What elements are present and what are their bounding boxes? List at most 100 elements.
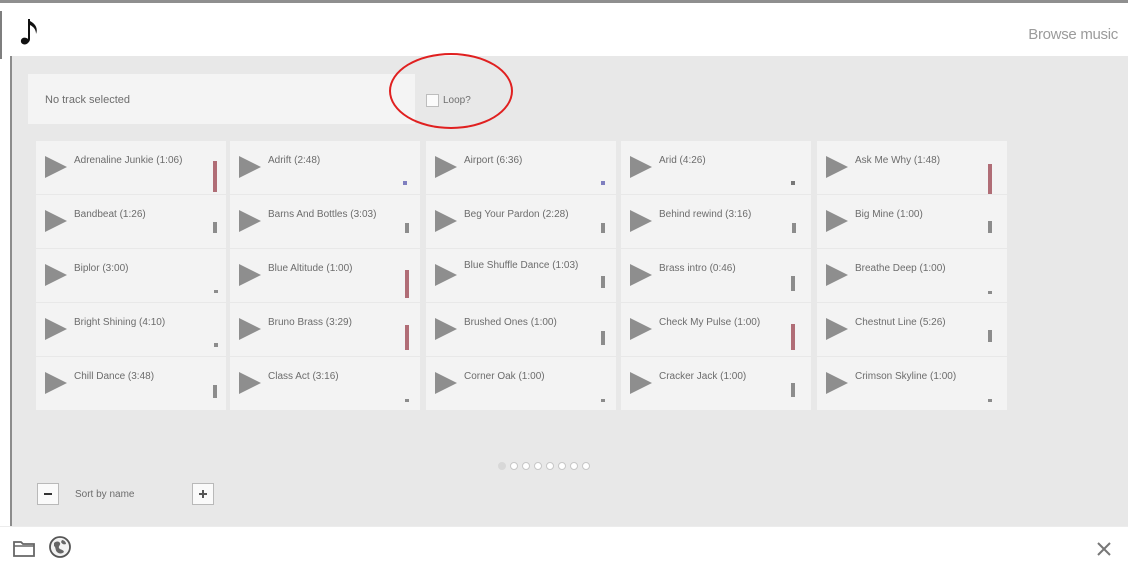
track-tile[interactable]: Biplor (3:00) — [36, 249, 226, 302]
track-tile[interactable]: Class Act (3:16) — [230, 357, 420, 410]
play-icon[interactable] — [826, 264, 848, 286]
track-label: Ask Me Why (1:48) — [855, 155, 941, 166]
play-icon[interactable] — [630, 210, 652, 232]
track-tile[interactable]: Corner Oak (1:00) — [426, 357, 616, 410]
track-marker — [988, 221, 992, 233]
track-tile[interactable]: Breathe Deep (1:00) — [817, 249, 1007, 302]
track-label: Adrenaline Junkie (1:06) — [74, 155, 183, 166]
folder-icon[interactable] — [12, 536, 36, 560]
track-tile[interactable]: Brushed Ones (1:00) — [426, 303, 616, 356]
play-icon[interactable] — [239, 156, 261, 178]
play-icon[interactable] — [435, 264, 457, 286]
track-tile[interactable]: Big Mine (1:00) — [817, 195, 1007, 248]
track-marker — [988, 164, 992, 194]
track-label: Bruno Brass (3:29) — [268, 317, 352, 328]
track-tile[interactable]: Arid (4:26) — [621, 141, 811, 194]
play-icon[interactable] — [435, 156, 457, 178]
close-icon[interactable] — [1095, 540, 1113, 558]
track-marker — [791, 181, 795, 185]
track-tile[interactable]: Barns And Bottles (3:03) — [230, 195, 420, 248]
track-tile[interactable]: Blue Shuffle Dance (1:03) — [426, 249, 616, 302]
play-icon[interactable] — [826, 210, 848, 232]
track-tile[interactable]: Bright Shining (4:10) — [36, 303, 226, 356]
track-label: Blue Altitude (1:00) — [268, 263, 353, 274]
track-marker — [213, 161, 217, 192]
track-marker — [405, 223, 409, 233]
track-label: Adrift (2:48) — [268, 155, 321, 166]
play-icon[interactable] — [239, 264, 261, 286]
play-icon[interactable] — [435, 318, 457, 340]
play-icon[interactable] — [630, 372, 652, 394]
track-label: Brushed Ones (1:00) — [464, 317, 557, 328]
minus-button[interactable] — [37, 483, 59, 505]
play-icon[interactable] — [239, 318, 261, 340]
play-icon[interactable] — [239, 372, 261, 394]
track-label: Chill Dance (3:48) — [74, 371, 155, 382]
globe-icon[interactable] — [48, 535, 72, 559]
track-marker — [791, 276, 795, 291]
track-marker — [791, 383, 795, 397]
track-tile[interactable]: Blue Altitude (1:00) — [230, 249, 420, 302]
track-tile[interactable]: Beg Your Pardon (2:28) — [426, 195, 616, 248]
track-marker — [214, 290, 218, 293]
play-icon[interactable] — [630, 264, 652, 286]
page-dot[interactable] — [570, 462, 578, 470]
play-icon[interactable] — [45, 210, 67, 232]
play-icon[interactable] — [45, 318, 67, 340]
track-marker — [405, 399, 409, 402]
track-marker — [214, 343, 218, 347]
track-marker — [403, 181, 407, 185]
page-dot[interactable] — [498, 462, 506, 470]
track-label: Big Mine (1:00) — [855, 209, 923, 220]
top-bar: Browse music — [0, 0, 1128, 59]
track-tile[interactable]: Brass intro (0:46) — [621, 249, 811, 302]
track-tile[interactable]: Cracker Jack (1:00) — [621, 357, 811, 410]
play-icon[interactable] — [826, 372, 848, 394]
track-tile[interactable]: Behind rewind (3:16) — [621, 195, 811, 248]
track-marker — [405, 270, 409, 298]
track-label: Chestnut Line (5:26) — [855, 317, 946, 328]
page-dot[interactable] — [534, 462, 542, 470]
track-tile[interactable]: Chill Dance (3:48) — [36, 357, 226, 410]
track-tile[interactable]: Airport (6:36) — [426, 141, 616, 194]
track-label: Beg Your Pardon (2:28) — [464, 209, 569, 220]
track-tile[interactable]: Bruno Brass (3:29) — [230, 303, 420, 356]
play-icon[interactable] — [630, 318, 652, 340]
track-tile[interactable]: Bandbeat (1:26) — [36, 195, 226, 248]
track-marker — [601, 399, 605, 402]
track-tile[interactable]: Adrenaline Junkie (1:06) — [36, 141, 226, 194]
page-dot[interactable] — [546, 462, 554, 470]
track-marker — [601, 223, 605, 233]
play-icon[interactable] — [435, 210, 457, 232]
play-icon[interactable] — [45, 156, 67, 178]
track-label: Biplor (3:00) — [74, 263, 129, 274]
track-label: Corner Oak (1:00) — [464, 371, 545, 382]
play-icon[interactable] — [826, 156, 848, 178]
track-marker — [791, 324, 795, 350]
play-icon[interactable] — [630, 156, 652, 178]
track-marker — [213, 385, 217, 398]
track-label: Check My Pulse (1:00) — [659, 317, 761, 328]
track-tile[interactable]: Chestnut Line (5:26) — [817, 303, 1007, 356]
track-tile[interactable]: Crimson Skyline (1:00) — [817, 357, 1007, 410]
track-tile[interactable]: Ask Me Why (1:48) — [817, 141, 1007, 194]
track-marker — [601, 276, 605, 288]
page-indicator[interactable] — [498, 462, 590, 470]
page-dot[interactable] — [558, 462, 566, 470]
track-tile[interactable]: Check My Pulse (1:00) — [621, 303, 811, 356]
page-dot[interactable] — [510, 462, 518, 470]
play-icon[interactable] — [239, 210, 261, 232]
track-tile[interactable]: Adrift (2:48) — [230, 141, 420, 194]
plus-button[interactable] — [192, 483, 214, 505]
page-dot[interactable] — [522, 462, 530, 470]
play-icon[interactable] — [45, 372, 67, 394]
track-label: Bright Shining (4:10) — [74, 317, 166, 328]
play-icon[interactable] — [826, 318, 848, 340]
play-icon[interactable] — [435, 372, 457, 394]
page-dot[interactable] — [582, 462, 590, 470]
page-title: Browse music — [1028, 26, 1118, 43]
track-label: Class Act (3:16) — [268, 371, 339, 382]
play-icon[interactable] — [45, 264, 67, 286]
sort-controls: Sort by name — [37, 483, 257, 507]
track-label: Crimson Skyline (1:00) — [855, 371, 957, 382]
